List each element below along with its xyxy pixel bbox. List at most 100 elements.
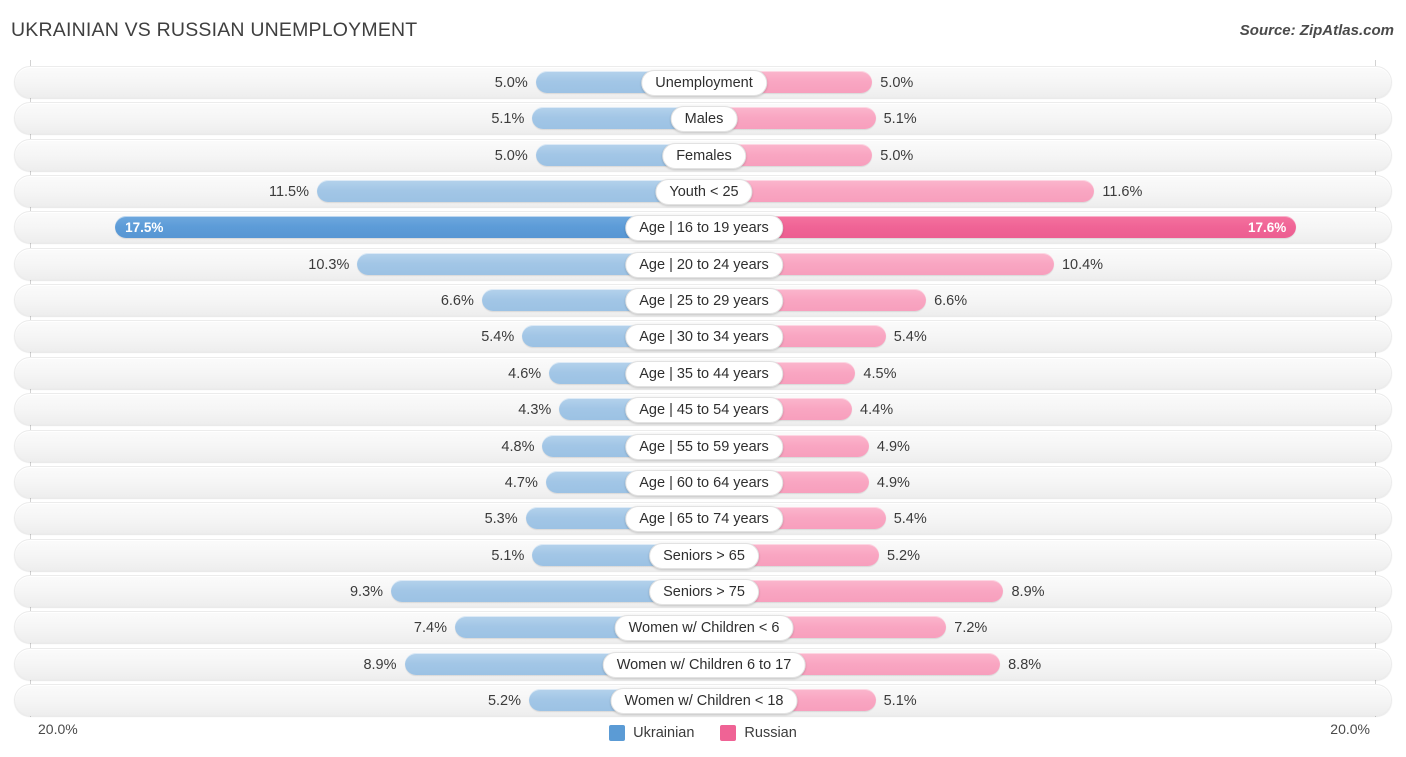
category-label[interactable]: Age | 25 to 29 years: [625, 288, 783, 315]
bar-russian: [704, 180, 1095, 203]
row-content: 11.5% 11.6% Youth < 25: [15, 176, 1391, 206]
category-label[interactable]: Women w/ Children 6 to 17: [602, 651, 806, 678]
value-label-russian: 8.9%: [1011, 583, 1045, 600]
value-label-ukrainian: 11.5%: [268, 184, 310, 201]
category-label[interactable]: Women w/ Children < 18: [610, 687, 798, 714]
category-label[interactable]: Seniors > 75: [649, 578, 759, 605]
value-label-russian: 11.6%: [1102, 184, 1143, 201]
value-label-ukrainian: 7.4%: [413, 620, 447, 637]
table-row[interactable]: 11.5% 11.6% Youth < 25: [14, 175, 1392, 208]
chart-legend: Ukrainian Russian: [0, 725, 1406, 741]
table-row[interactable]: 5.3% 5.4% Age | 65 to 74 years: [14, 502, 1392, 535]
table-row[interactable]: 4.6% 4.5% Age | 35 to 44 years: [14, 356, 1392, 389]
table-row[interactable]: 4.3% 4.4% Age | 45 to 54 years: [14, 393, 1392, 426]
category-label[interactable]: Age | 65 to 74 years: [625, 506, 783, 533]
square-swatch-icon: [720, 725, 737, 741]
value-label-ukrainian: 4.6%: [508, 365, 542, 382]
source-attribution: Source: ZipAtlas.com: [1239, 22, 1394, 39]
value-label-ukrainian: 4.8%: [501, 438, 535, 455]
row-content: 5.4% 5.4% Age | 30 to 34 years: [15, 321, 1391, 351]
table-row[interactable]: 8.9% 8.8% Women w/ Children 6 to 17: [14, 647, 1392, 680]
page-title: UKRAINIAN VS RUSSIAN UNEMPLOYMENT: [11, 19, 418, 41]
category-label[interactable]: Unemployment: [641, 70, 767, 96]
table-row[interactable]: 17.5% 17.6% Age | 16 to 19 years: [14, 211, 1392, 244]
value-label-ukrainian: 5.0%: [494, 147, 528, 164]
table-row[interactable]: 5.4% 5.4% Age | 30 to 34 years: [14, 320, 1392, 353]
row-content: 7.4% 7.2% Women w/ Children < 6: [15, 612, 1391, 642]
table-row[interactable]: 6.6% 6.6% Age | 25 to 29 years: [14, 284, 1392, 317]
value-label-ukrainian: 5.1%: [491, 111, 525, 128]
row-content: 4.6% 4.5% Age | 35 to 44 years: [15, 358, 1391, 388]
value-label-russian: 5.0%: [880, 147, 914, 164]
value-label-russian: 7.2%: [954, 620, 988, 637]
value-label-ukrainian: 8.9%: [363, 656, 397, 673]
value-label-ukrainian: 4.3%: [518, 402, 552, 419]
row-content: 10.3% 10.4% Age | 20 to 24 years: [15, 249, 1391, 279]
row-content: 8.9% 8.8% Women w/ Children 6 to 17: [15, 649, 1391, 679]
value-label-russian: 5.2%: [886, 547, 921, 564]
category-label[interactable]: Males: [670, 106, 738, 133]
table-row[interactable]: 5.1% 5.2% Seniors > 65: [14, 538, 1392, 571]
chart-footer: 20.0% 20.0% Ukrainian Russian: [0, 717, 1406, 757]
legend-item[interactable]: Russian: [720, 725, 797, 741]
table-row[interactable]: 5.2% 5.1% Women w/ Children < 18: [14, 683, 1392, 716]
row-content: 6.6% 6.6% Age | 25 to 29 years: [15, 285, 1391, 315]
row-content: 5.1% 5.1% Males: [15, 103, 1391, 133]
value-label-russian: 5.4%: [893, 511, 927, 528]
category-label[interactable]: Age | 30 to 34 years: [625, 324, 783, 351]
chart-header: UKRAINIAN VS RUSSIAN UNEMPLOYMENT Source…: [0, 0, 1406, 58]
table-row[interactable]: 10.3% 10.4% Age | 20 to 24 years: [14, 247, 1392, 280]
row-content: 4.3% 4.4% Age | 45 to 54 years: [15, 394, 1391, 424]
value-label-russian: 4.5%: [863, 365, 897, 382]
row-content: 5.0% 5.0% Unemployment: [15, 67, 1391, 97]
table-row[interactable]: 5.0% 5.0% Females: [14, 138, 1392, 171]
category-label[interactable]: Females: [662, 142, 746, 169]
square-swatch-icon: [609, 725, 626, 741]
legend-item[interactable]: Ukrainian: [609, 725, 694, 741]
row-content: 5.2% 5.1% Women w/ Children < 18: [15, 685, 1391, 715]
row-content: 9.3% 8.9% Seniors > 75: [15, 576, 1391, 606]
table-row[interactable]: 5.1% 5.1% Males: [14, 102, 1392, 135]
category-label[interactable]: Age | 55 to 59 years: [625, 433, 783, 460]
table-row[interactable]: 4.8% 4.9% Age | 55 to 59 years: [14, 429, 1392, 462]
category-label[interactable]: Seniors > 65: [649, 542, 759, 569]
value-label-ukrainian: 6.6%: [440, 293, 474, 310]
value-label-ukrainian: 17.5%: [125, 220, 164, 236]
value-label-ukrainian: 9.3%: [349, 583, 384, 600]
row-content: 5.1% 5.2% Seniors > 65: [15, 540, 1391, 570]
category-label[interactable]: Age | 16 to 19 years: [625, 215, 783, 242]
row-content: 4.8% 4.9% Age | 55 to 59 years: [15, 431, 1391, 461]
category-label[interactable]: Youth < 25: [655, 179, 753, 206]
value-label-ukrainian: 5.2%: [487, 692, 522, 709]
value-label-russian: 17.6%: [1247, 220, 1287, 236]
value-label-russian: 4.4%: [860, 402, 894, 419]
value-label-ukrainian: 10.3%: [308, 256, 350, 273]
row-content: 4.7% 4.9% Age | 60 to 64 years: [15, 467, 1391, 497]
category-label[interactable]: Age | 35 to 44 years: [625, 360, 783, 387]
legend-label: Russian: [744, 725, 797, 741]
category-label[interactable]: Age | 60 to 64 years: [625, 469, 783, 496]
table-row[interactable]: 7.4% 7.2% Women w/ Children < 6: [14, 611, 1392, 644]
category-label[interactable]: Women w/ Children < 6: [614, 615, 794, 642]
value-label-russian: 5.1%: [883, 111, 917, 128]
category-label[interactable]: Age | 20 to 24 years: [625, 251, 783, 278]
table-row[interactable]: 4.7% 4.9% Age | 60 to 64 years: [14, 465, 1392, 498]
table-row[interactable]: 5.0% 5.0% Unemployment: [14, 66, 1392, 98]
table-row[interactable]: 9.3% 8.9% Seniors > 75: [14, 574, 1392, 607]
value-label-russian: 8.8%: [1008, 656, 1042, 673]
value-label-russian: 5.4%: [893, 329, 927, 346]
value-label-russian: 5.0%: [880, 75, 914, 91]
value-label-russian: 4.9%: [876, 474, 910, 491]
value-label-ukrainian: 5.4%: [481, 329, 515, 346]
legend-label: Ukrainian: [633, 725, 695, 741]
category-label[interactable]: Age | 45 to 54 years: [625, 397, 783, 424]
row-content: 5.0% 5.0% Females: [15, 140, 1391, 170]
value-label-ukrainian: 4.7%: [504, 474, 538, 491]
row-content: 5.3% 5.4% Age | 65 to 74 years: [15, 503, 1391, 533]
value-label-ukrainian: 5.3%: [484, 511, 518, 528]
row-content: 17.5% 17.6% Age | 16 to 19 years: [15, 212, 1391, 242]
bar-ukrainian: [317, 180, 704, 203]
chart-plot-area: 5.0% 5.0% Unemployment 5.1% 5.1% Males 5.0% 5.0…: [0, 60, 1406, 717]
value-label-russian: 4.9%: [876, 438, 910, 455]
value-label-ukrainian: 5.1%: [491, 547, 525, 564]
